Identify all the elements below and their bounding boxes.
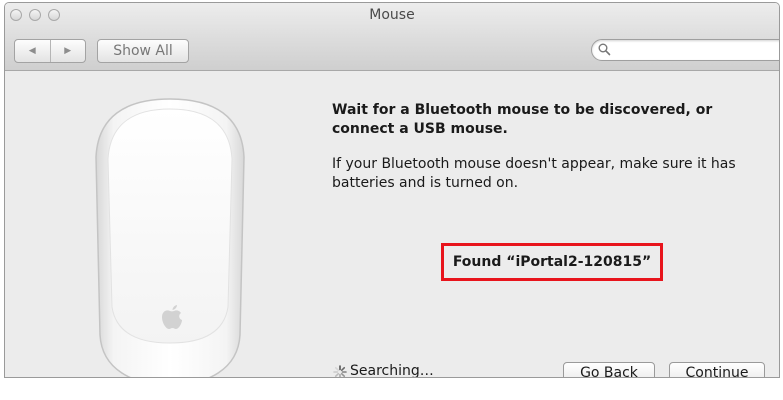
discovery-heading: Wait for a Bluetooth mouse to be discove… <box>332 102 713 137</box>
back-button[interactable]: ◀ <box>15 40 50 62</box>
window-title: Mouse <box>369 7 415 23</box>
back-arrow-icon: ◀ <box>28 46 36 56</box>
content-area: Wait for a Bluetooth mouse to be discove… <box>5 71 779 377</box>
continue-button[interactable]: Continue <box>669 362 765 377</box>
preferences-window: Mouse ◀ ▶ Show All Wait for a Bluetooth … <box>4 2 780 378</box>
search-icon <box>598 43 611 56</box>
back-forward-control: ◀ ▶ <box>14 39 86 63</box>
found-device-label: Found “iPortal2-120815” <box>452 254 652 270</box>
title-bar: Mouse ◀ ▶ Show All <box>5 3 779 71</box>
search-field[interactable] <box>591 39 779 61</box>
go-back-button[interactable]: Go Back <box>563 362 655 377</box>
spinner-icon <box>333 365 347 377</box>
searching-status: Searching… <box>350 363 434 378</box>
found-device-highlight: Found “iPortal2-120815” <box>441 243 663 281</box>
search-input[interactable] <box>614 41 778 59</box>
forward-arrow-icon: ▶ <box>64 46 72 56</box>
show-all-button[interactable]: Show All <box>97 39 189 63</box>
discovery-description: If your Bluetooth mouse doesn't appear, … <box>332 156 736 191</box>
forward-button[interactable]: ▶ <box>49 40 86 62</box>
magic-mouse-icon <box>95 98 245 377</box>
